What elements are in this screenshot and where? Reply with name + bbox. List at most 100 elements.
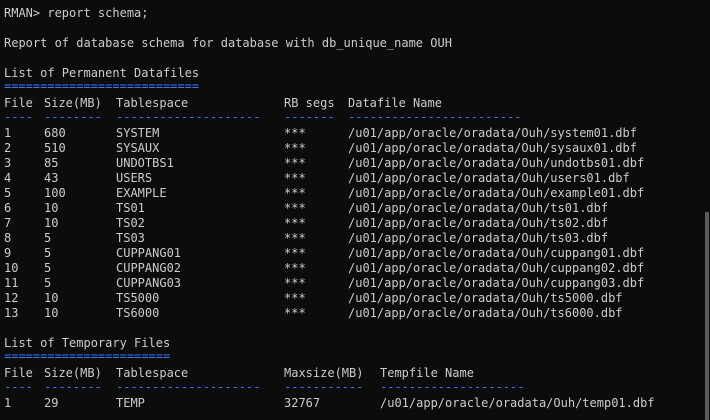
temp-separator-tablespace: -------------------- (116, 380, 261, 394)
tablespace-name: UNDOTBS1 (116, 156, 174, 170)
tablespace-name: TS03 (116, 231, 145, 245)
datafile-path: /u01/app/oracle/oradata/Ouh/cuppang02.db… (348, 261, 645, 275)
separator-file: ---- (4, 110, 33, 124)
file-size: 10 (44, 306, 59, 320)
separator-tablespace: -------------------- (116, 110, 261, 124)
file-size: 85 (44, 156, 59, 170)
datafile-path: /u01/app/oracle/oradata/Ouh/undotbs01.db… (348, 156, 645, 170)
temporary-header-row: File Size(MB) Tablespace Maxsize(MB) Tem… (4, 366, 474, 381)
file-number: 11 (4, 276, 19, 290)
tablespace-name: USERS (116, 171, 153, 185)
vertical-scrollbar[interactable] (704, 0, 710, 420)
file-number: 3 (4, 156, 12, 170)
scrollbar-thumb[interactable] (705, 212, 709, 420)
temp-tablespace-name: TEMP (116, 396, 145, 410)
tablespace-name: CUPPANG02 (116, 261, 182, 275)
rb-segs: *** (284, 171, 306, 185)
permanent-separator-row: ---- -------- -------------------- -----… (4, 110, 521, 125)
temp-separator-file: ---- (4, 380, 33, 394)
file-number: 12 (4, 291, 19, 305)
tablespace-name: SYSTEM (116, 126, 160, 140)
file-size: 10 (44, 216, 59, 230)
rb-segs: *** (284, 291, 306, 305)
file-size: 680 (44, 126, 66, 140)
rb-segs: *** (284, 306, 306, 320)
tempfile-path: /u01/app/oracle/oradata/Ouh/temp01.dbf (380, 396, 655, 410)
rb-segs: *** (284, 201, 306, 215)
tablespace-name: TS6000 (116, 306, 160, 320)
temp-file-number: 1 (4, 396, 12, 410)
file-number: 9 (4, 246, 12, 260)
command-prompt: RMAN> report schema; (4, 6, 149, 20)
report-title: Report of database schema for database w… (4, 36, 452, 50)
temp-header-maxsize: Maxsize(MB) (284, 366, 364, 380)
file-number: 6 (4, 201, 12, 215)
datafile-path: /u01/app/oracle/oradata/Ouh/cuppang01.db… (348, 246, 645, 260)
rb-segs: *** (284, 126, 306, 140)
rb-segs: *** (284, 141, 306, 155)
temp-separator-size: -------- (44, 380, 102, 394)
file-size: 5 (44, 261, 52, 275)
datafile-path: /u01/app/oracle/oradata/Ouh/ts6000.dbf (348, 306, 623, 320)
datafile-path: /u01/app/oracle/oradata/Ouh/ts01.dbf (348, 201, 609, 215)
datafile-path: /u01/app/oracle/oradata/Ouh/ts02.dbf (348, 216, 609, 230)
datafile-path: /u01/app/oracle/oradata/Ouh/cuppang03.db… (348, 276, 645, 290)
rb-segs: *** (284, 156, 306, 170)
temp-header-tempfile-name: Tempfile Name (380, 366, 474, 380)
header-file: File (4, 96, 33, 110)
file-number: 7 (4, 216, 12, 230)
temp-file-size: 29 (44, 396, 59, 410)
temp-header-file: File (4, 366, 33, 380)
datafile-path: /u01/app/oracle/oradata/Ouh/ts5000.dbf (348, 291, 623, 305)
temp-header-tablespace: Tablespace (116, 366, 189, 380)
terminal-output[interactable]: RMAN> report schema; Report of database … (0, 0, 704, 420)
file-number: 10 (4, 261, 19, 275)
tablespace-name: TS5000 (116, 291, 160, 305)
tablespace-name: CUPPANG01 (116, 246, 182, 260)
file-number: 5 (4, 186, 12, 200)
file-size: 43 (44, 171, 59, 185)
file-size: 100 (44, 186, 66, 200)
tablespace-name: CUPPANG03 (116, 276, 182, 290)
file-number: 13 (4, 306, 19, 320)
file-size: 510 (44, 141, 66, 155)
rb-segs: *** (284, 216, 306, 230)
rb-segs: *** (284, 186, 306, 200)
datafile-path: /u01/app/oracle/oradata/Ouh/users01.dbf (348, 171, 630, 185)
file-size: 10 (44, 291, 59, 305)
separator-size: -------- (44, 110, 102, 124)
datafile-path: /u01/app/oracle/oradata/Ouh/example01.db… (348, 186, 645, 200)
temp-separator-maxsize: ----------- (284, 380, 364, 394)
datafile-path: /u01/app/oracle/oradata/Ouh/sysaux01.dbf (348, 141, 637, 155)
header-rb-segs: RB segs (284, 96, 335, 110)
header-size: Size(MB) (44, 96, 102, 110)
temp-header-size: Size(MB) (44, 366, 102, 380)
temporary-separator-row: ---- -------- -------------------- -----… (4, 380, 525, 395)
datafile-path: /u01/app/oracle/oradata/Ouh/system01.dbf (348, 126, 637, 140)
permanent-header-row: File Size(MB) Tablespace RB segs Datafil… (4, 96, 442, 111)
separator-rb-segs: ------- (284, 110, 335, 124)
file-size: 5 (44, 276, 52, 290)
rb-segs: *** (284, 261, 306, 275)
header-datafile-name: Datafile Name (348, 96, 442, 110)
rb-segs: *** (284, 231, 306, 245)
temp-maxsize: 32767 (284, 396, 321, 410)
tablespace-name: TS01 (116, 201, 145, 215)
separator-datafile-name: ------------------------ (348, 110, 522, 124)
rb-segs: *** (284, 246, 306, 260)
file-number: 1 (4, 126, 12, 140)
temporary-heading-underline: ======================= (4, 349, 171, 363)
permanent-heading-underline: =========================== (4, 79, 200, 93)
rb-segs: *** (284, 276, 306, 290)
tablespace-name: TS02 (116, 216, 145, 230)
file-size: 10 (44, 201, 59, 215)
tablespace-name: SYSAUX (116, 141, 160, 155)
file-size: 5 (44, 231, 52, 245)
header-tablespace: Tablespace (116, 96, 189, 110)
file-number: 4 (4, 171, 12, 185)
file-number: 2 (4, 141, 12, 155)
temp-separator-tempfile-name: -------------------- (380, 380, 525, 394)
datafile-path: /u01/app/oracle/oradata/Ouh/ts03.dbf (348, 231, 609, 245)
file-size: 5 (44, 246, 52, 260)
file-number: 8 (4, 231, 12, 245)
